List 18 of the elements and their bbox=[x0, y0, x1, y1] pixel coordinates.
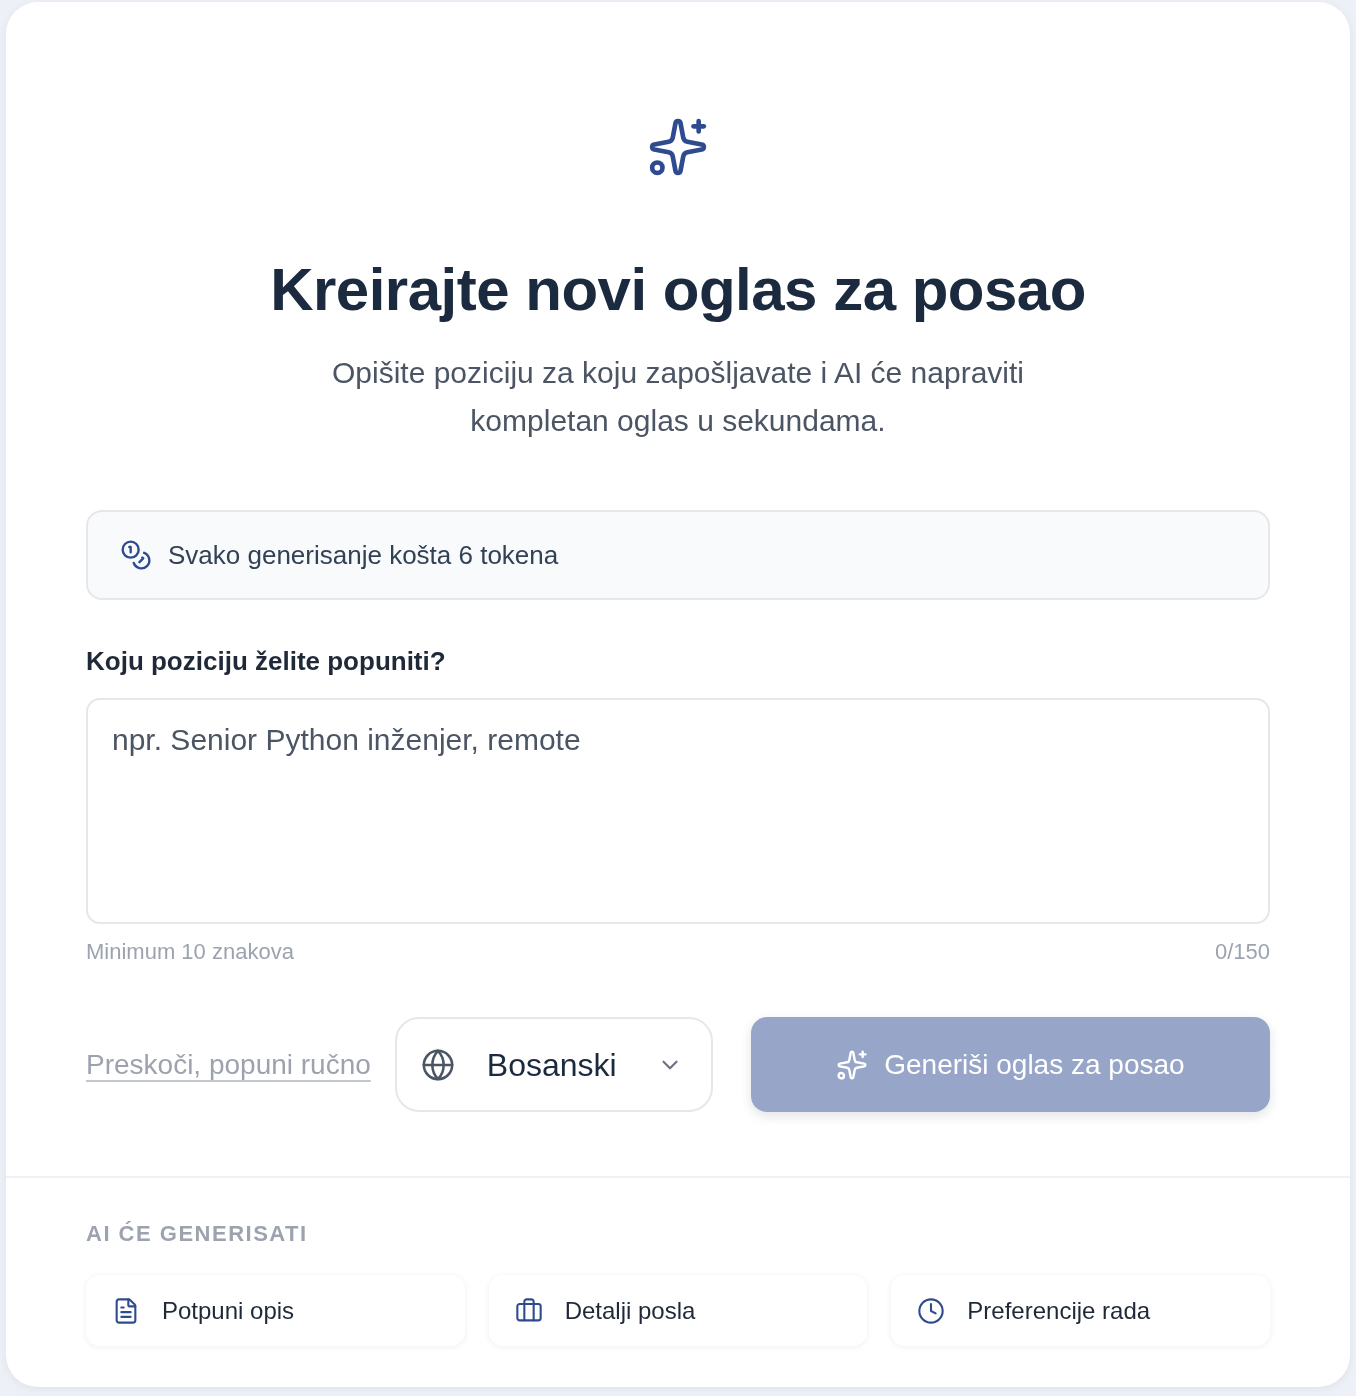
minimum-hint: Minimum 10 znakova bbox=[86, 938, 294, 966]
feature-label: Detalji posla bbox=[564, 1295, 696, 1326]
feature-label: Potpuni opis bbox=[162, 1295, 295, 1326]
clock-icon bbox=[917, 1296, 946, 1325]
language-select[interactable]: Bosanski bbox=[394, 1017, 713, 1112]
sparkle-icon bbox=[647, 116, 709, 178]
features-heading: AI ĆE GENERISATI bbox=[86, 1220, 309, 1248]
globe-icon bbox=[420, 1047, 455, 1082]
page-title: Kreirajte novi oglas za posao bbox=[270, 255, 1086, 325]
position-textarea[interactable]: npr. Senior Python inženjer, remote bbox=[86, 698, 1270, 924]
sparkle-icon bbox=[836, 1048, 869, 1081]
token-cost-text: Svako generisanje košta 6 tokena bbox=[168, 539, 559, 572]
character-counter: 0/150 bbox=[1214, 938, 1270, 966]
position-label: Koju poziciju želite popuniti? bbox=[86, 645, 447, 678]
coins-icon bbox=[120, 539, 152, 571]
page-subtitle: Opišite poziciju za koju zapošljavate i AI će napraviti kompletan oglas u sekundama. bbox=[331, 355, 1025, 439]
feature-label: Preferencije rada bbox=[967, 1295, 1151, 1326]
skip-link[interactable]: Preskoči, popuni ručno bbox=[86, 1046, 371, 1083]
